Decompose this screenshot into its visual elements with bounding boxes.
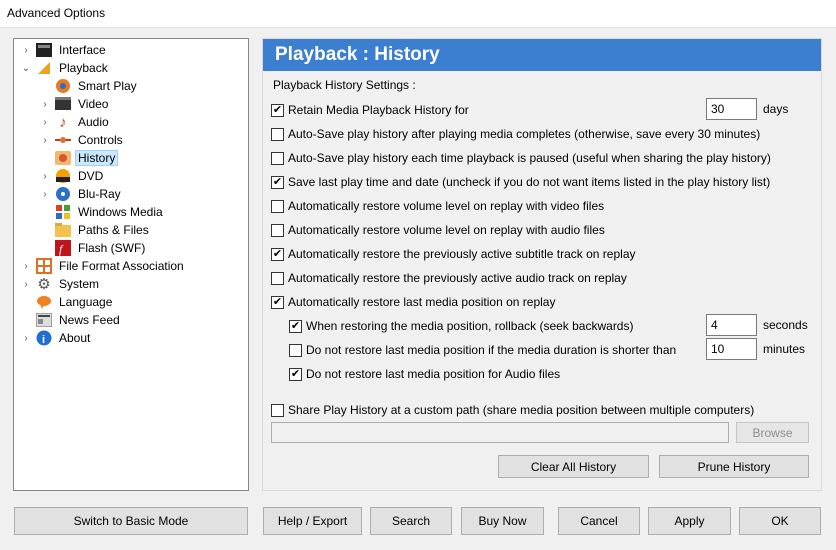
tree-item-video[interactable]: › Video: [39, 95, 110, 113]
expand-icon[interactable]: ›: [39, 135, 51, 146]
window-title: Advanced Options: [7, 6, 106, 20]
tree-item-about[interactable]: › i About: [20, 329, 92, 347]
expand-icon[interactable]: ›: [39, 117, 51, 128]
tree-item-windows-media[interactable]: Windows Media: [39, 203, 165, 221]
controls-icon: [55, 132, 71, 148]
music-note-icon: ♪: [59, 113, 67, 131]
shorter-duration-option[interactable]: Do not restore last media position if th…: [289, 341, 676, 359]
info-icon: i: [36, 330, 52, 346]
restore-volume-audio-checkbox[interactable]: [271, 223, 284, 237]
tree-item-news-feed[interactable]: News Feed: [20, 311, 122, 329]
apply-button[interactable]: Apply: [648, 507, 731, 535]
tree-item-dvd[interactable]: › DVD: [39, 167, 105, 185]
restore-audio-track-checkbox[interactable]: [271, 271, 284, 285]
restore-subtitle-option[interactable]: ✔ Automatically restore the previously a…: [271, 245, 636, 263]
tree-item-audio[interactable]: › ♪ Audio: [39, 113, 111, 131]
panel-header: Playback : History: [263, 39, 821, 71]
section-label: Playback History Settings :: [273, 78, 416, 92]
file-format-icon: [36, 258, 52, 274]
expand-icon[interactable]: ›: [20, 333, 32, 344]
ok-button[interactable]: OK: [739, 507, 821, 535]
newspaper-icon: [36, 312, 52, 328]
autosave-paused-option[interactable]: Auto-Save play history each time playbac…: [271, 149, 771, 167]
shorter-duration-checkbox[interactable]: [289, 343, 302, 357]
rollback-checkbox[interactable]: ✔: [289, 319, 302, 333]
restore-volume-video-checkbox[interactable]: [271, 199, 284, 213]
days-unit-label: days: [763, 102, 789, 116]
clear-all-history-button[interactable]: Clear All History: [498, 455, 649, 478]
smart-play-icon: [55, 78, 71, 94]
svg-text:i: i: [42, 334, 45, 346]
expand-icon[interactable]: ›: [20, 45, 32, 56]
options-tree[interactable]: › Interface ⌄ Playback Smart Play › Vide…: [13, 38, 249, 491]
rollback-seconds-input[interactable]: 4: [706, 314, 757, 336]
tree-item-system[interactable]: › ⚙ System: [20, 275, 101, 293]
film-icon: [55, 96, 71, 112]
restore-position-checkbox[interactable]: ✔: [271, 295, 284, 309]
windows-media-icon: [55, 204, 71, 220]
autosave-paused-checkbox[interactable]: [271, 151, 284, 165]
tree-item-paths-files[interactable]: Paths & Files: [39, 221, 151, 239]
restore-volume-audio-option[interactable]: Automatically restore volume level on re…: [271, 221, 605, 239]
switch-basic-mode-button[interactable]: Switch to Basic Mode: [14, 507, 248, 535]
restore-audio-track-option[interactable]: Automatically restore the previously act…: [271, 269, 627, 287]
folder-icon: [55, 222, 71, 238]
tree-item-bluray[interactable]: › Blu-Ray: [39, 185, 123, 203]
expand-icon[interactable]: ›: [39, 171, 51, 182]
speech-bubble-icon: [36, 294, 52, 310]
retain-history-checkbox[interactable]: ✔: [271, 103, 284, 117]
tree-item-interface[interactable]: › Interface: [20, 41, 108, 59]
shorter-minutes-input[interactable]: 10: [706, 338, 757, 360]
restore-volume-video-option[interactable]: Automatically restore volume level on re…: [271, 197, 604, 215]
tree-item-file-format[interactable]: › File Format Association: [20, 257, 186, 275]
no-audio-restore-option[interactable]: ✔ Do not restore last media position for…: [289, 365, 560, 383]
history-icon: [55, 150, 71, 166]
share-path-input[interactable]: [271, 422, 729, 443]
tree-item-history[interactable]: History: [39, 149, 119, 167]
flash-icon: f: [55, 240, 71, 256]
expand-icon[interactable]: ›: [20, 279, 32, 290]
collapse-icon[interactable]: ⌄: [20, 63, 32, 74]
page-title: Playback : History: [275, 44, 440, 65]
playback-icon: [36, 60, 52, 76]
expand-icon[interactable]: ›: [39, 189, 51, 200]
restore-position-option[interactable]: ✔ Automatically restore last media posit…: [271, 293, 555, 311]
share-history-option[interactable]: Share Play History at a custom path (sha…: [271, 401, 754, 419]
retain-days-input[interactable]: 30: [706, 98, 757, 120]
help-export-button[interactable]: Help / Export: [263, 507, 362, 535]
no-audio-restore-checkbox[interactable]: ✔: [289, 367, 302, 381]
tree-item-smart-play[interactable]: Smart Play: [39, 77, 139, 95]
title-bar: Advanced Options: [0, 0, 836, 28]
retain-history-option[interactable]: ✔ Retain Media Playback History for: [271, 101, 469, 119]
tree-item-controls[interactable]: › Controls: [39, 131, 125, 149]
autosave-complete-option[interactable]: Auto-Save play history after playing med…: [271, 125, 760, 143]
seconds-unit-label: seconds: [763, 318, 808, 332]
save-last-time-checkbox[interactable]: ✔: [271, 175, 284, 189]
bluray-icon: [55, 186, 71, 202]
restore-subtitle-checkbox[interactable]: ✔: [271, 247, 284, 261]
expand-icon[interactable]: ›: [20, 261, 32, 272]
rollback-option[interactable]: ✔ When restoring the media position, rol…: [289, 317, 633, 335]
save-last-time-option[interactable]: ✔ Save last play time and date (uncheck …: [271, 173, 770, 191]
gear-icon: ⚙: [37, 276, 51, 293]
minutes-unit-label: minutes: [763, 342, 806, 356]
browse-button[interactable]: Browse: [736, 422, 809, 443]
cancel-button[interactable]: Cancel: [558, 507, 640, 535]
share-history-checkbox[interactable]: [271, 403, 284, 417]
buy-now-button[interactable]: Buy Now: [461, 507, 544, 535]
dvd-icon: [55, 168, 71, 184]
tree-item-playback[interactable]: ⌄ Playback: [20, 59, 110, 77]
interface-icon: [36, 42, 52, 58]
autosave-complete-checkbox[interactable]: [271, 127, 284, 141]
tree-item-flash[interactable]: f Flash (SWF): [39, 239, 147, 257]
expand-icon[interactable]: ›: [39, 99, 51, 110]
prune-history-button[interactable]: Prune History: [659, 455, 809, 478]
tree-item-language[interactable]: Language: [20, 293, 114, 311]
search-button[interactable]: Search: [370, 507, 452, 535]
